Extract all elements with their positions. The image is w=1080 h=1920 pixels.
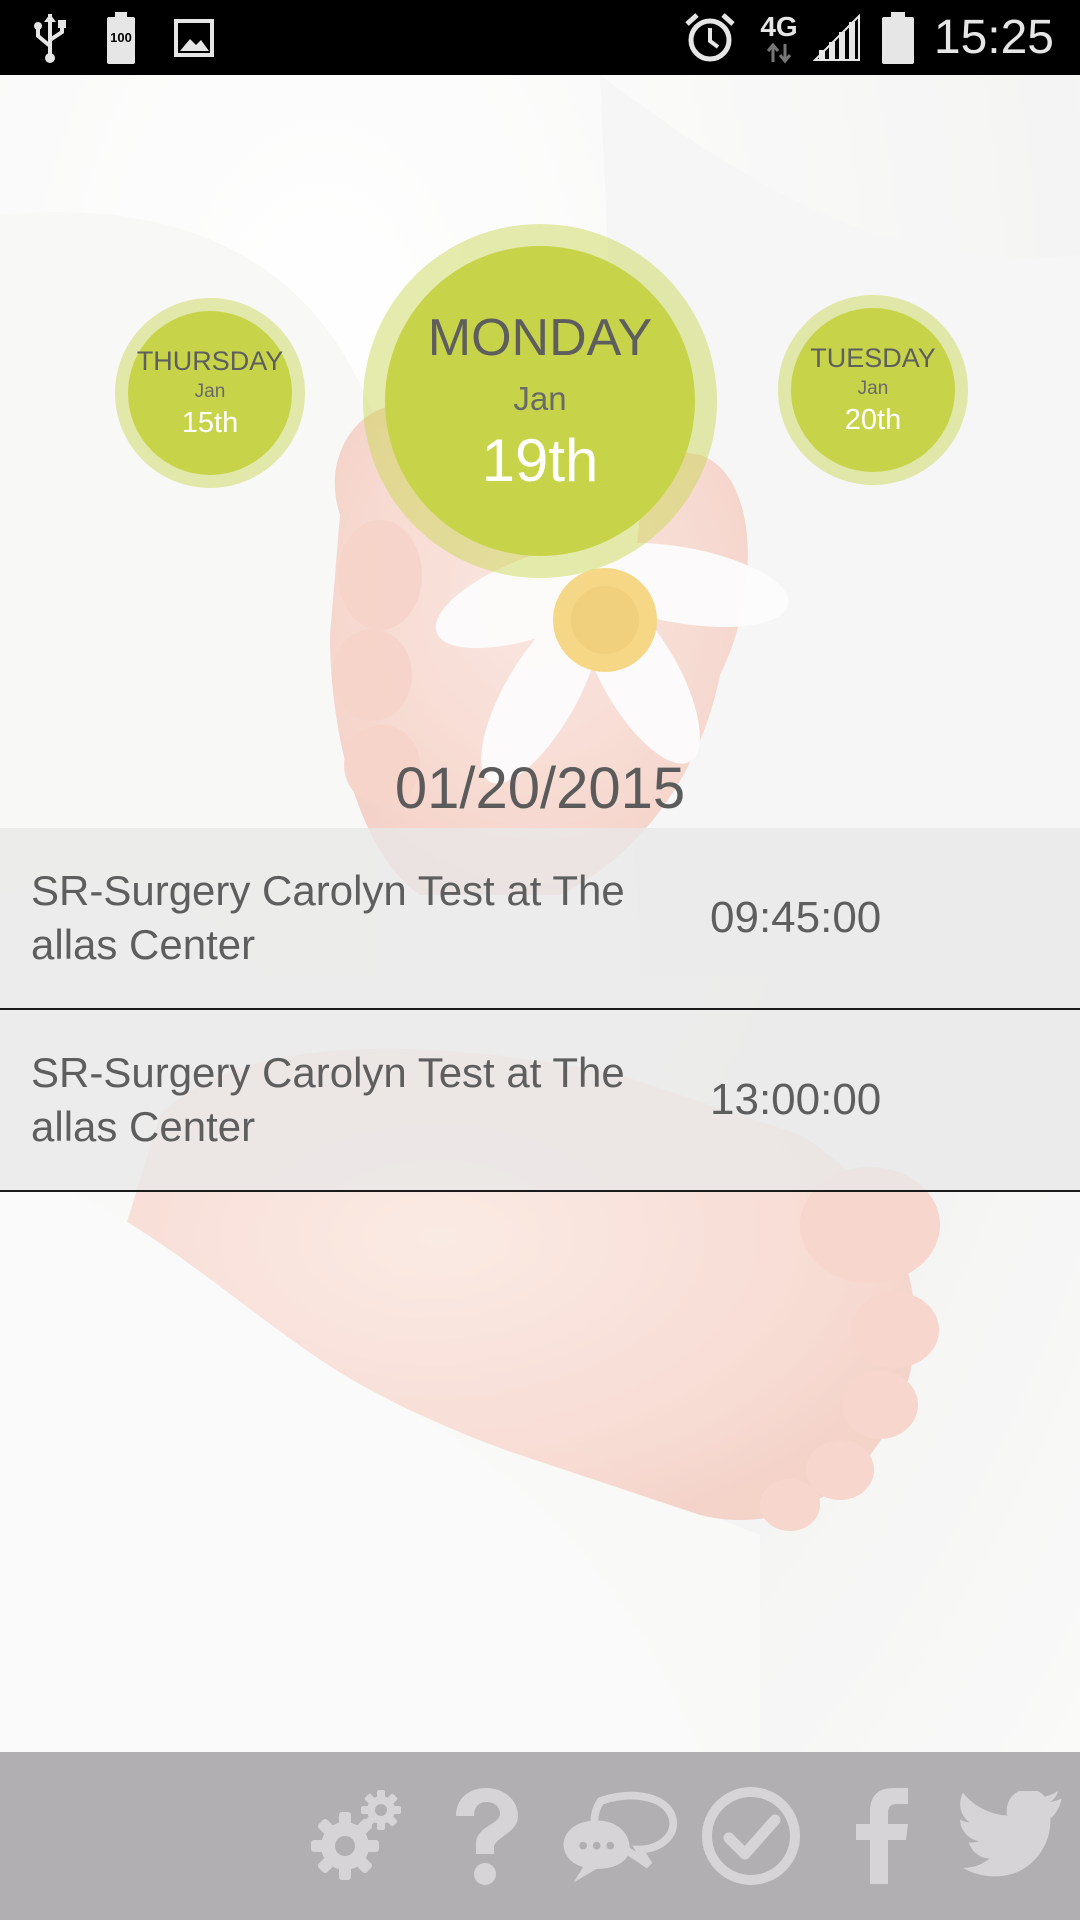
status-clock: 15:25 bbox=[933, 11, 1054, 64]
next-day: 20th bbox=[844, 404, 902, 436]
chat-icon bbox=[563, 1791, 678, 1883]
signal-icon bbox=[812, 0, 862, 75]
battery-saver-icon: 100 bbox=[104, 0, 138, 75]
current-weekday: MONDAY bbox=[427, 308, 653, 367]
date-bubble-current[interactable]: MONDAY Jan 19th bbox=[385, 246, 695, 556]
prev-weekday: THURSDAY bbox=[136, 346, 284, 376]
status-bar: 100 4G 15:25 bbox=[0, 0, 1080, 75]
help-button[interactable] bbox=[426, 1752, 546, 1920]
next-weekday: TUESDAY bbox=[810, 343, 936, 373]
network-4g-icon: 4G bbox=[756, 0, 802, 75]
appointment-title: SR-Surgery Carolyn Test at The allas Cen… bbox=[31, 867, 625, 968]
settings-button[interactable] bbox=[295, 1752, 415, 1920]
image-icon bbox=[174, 0, 214, 75]
bottom-toolbar bbox=[0, 1752, 1080, 1920]
usb-icon bbox=[30, 0, 70, 75]
current-day: 19th bbox=[481, 426, 599, 494]
appointment-title: SR-Surgery Carolyn Test at The allas Cen… bbox=[31, 1049, 625, 1150]
settings-icon bbox=[311, 1790, 401, 1880]
twitter-icon bbox=[960, 1791, 1062, 1877]
appointment-list: SR-Surgery Carolyn Test at The allas Cen… bbox=[0, 828, 1080, 1192]
battery-badge: 100 bbox=[110, 30, 132, 45]
background-photo: THURSDAY Jan 15th MONDAY Jan 19th TUESDA… bbox=[0, 75, 1080, 1752]
chat-button[interactable] bbox=[558, 1752, 678, 1920]
current-month: Jan bbox=[513, 379, 567, 417]
help-icon bbox=[456, 1788, 518, 1885]
date-bubble-previous[interactable]: THURSDAY Jan 15th bbox=[128, 311, 292, 475]
appointment-row[interactable]: SR-Surgery Carolyn Test at The allas Cen… bbox=[0, 1010, 1080, 1192]
appointment-time: 13:00:00 bbox=[710, 1075, 882, 1124]
date-bubble-next[interactable]: TUESDAY Jan 20th bbox=[791, 308, 955, 472]
battery-icon bbox=[878, 0, 918, 75]
twitter-button[interactable] bbox=[952, 1752, 1072, 1920]
alarm-icon bbox=[684, 0, 736, 75]
appointment-row[interactable]: SR-Surgery Carolyn Test at The allas Cen… bbox=[0, 828, 1080, 1010]
appointment-time: 09:45:00 bbox=[710, 893, 882, 942]
prev-day: 15th bbox=[181, 407, 239, 439]
selected-date-heading: 01/20/2015 bbox=[394, 756, 686, 821]
prev-month: Jan bbox=[194, 381, 226, 402]
check-icon bbox=[702, 1787, 800, 1885]
facebook-button[interactable] bbox=[822, 1752, 942, 1920]
next-month: Jan bbox=[857, 378, 889, 399]
facebook-icon bbox=[856, 1788, 908, 1884]
check-button[interactable] bbox=[691, 1752, 811, 1920]
